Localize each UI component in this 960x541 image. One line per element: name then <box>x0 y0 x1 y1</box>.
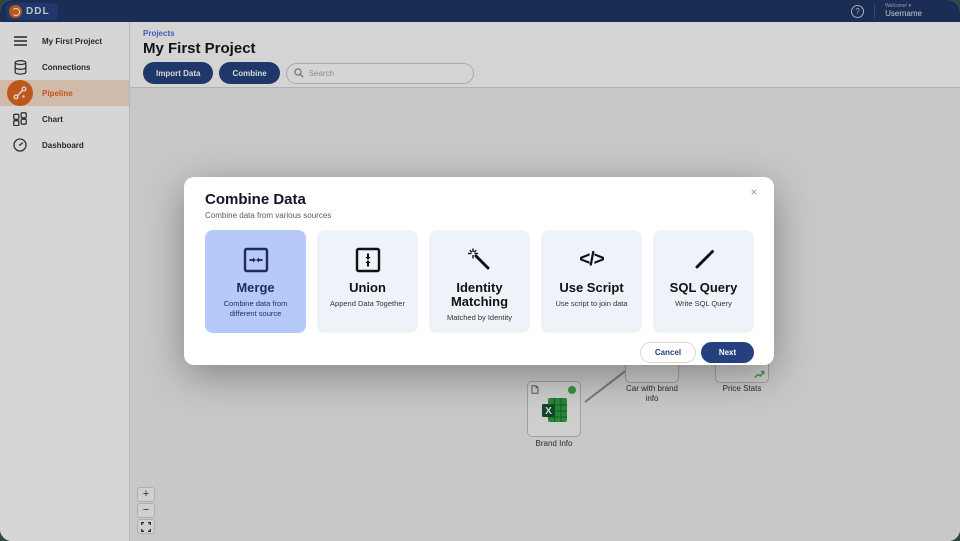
app-window: DDL ? Welcome! ▾ Username My First Proje… <box>0 0 960 541</box>
code-icon: </> <box>579 249 605 270</box>
option-title: Use Script <box>559 280 624 295</box>
option-description: Write SQL Query <box>675 299 732 309</box>
option-description: Matched by Identity <box>446 313 513 323</box>
combine-options: Merge Combine data from different source… <box>205 230 754 333</box>
merge-icon <box>242 245 270 275</box>
option-title: Union <box>349 280 386 295</box>
option-union[interactable]: Union Append Data Together <box>317 230 418 333</box>
cancel-button[interactable]: Cancel <box>640 342 696 363</box>
option-merge[interactable]: Merge Combine data from different source <box>205 230 306 333</box>
wand-icon <box>466 245 494 275</box>
option-description: Use script to join data <box>555 299 628 309</box>
option-title: SQL Query <box>669 280 738 295</box>
modal-subtitle: Combine data from various sources <box>205 211 332 220</box>
option-description: Combine data from different source <box>223 299 288 318</box>
option-use-script[interactable]: </> Use Script Use script to join data <box>541 230 642 333</box>
option-identity-matching[interactable]: Identity Matching Matched by Identity <box>429 230 530 333</box>
option-sql-query[interactable]: SQL Query Write SQL Query <box>653 230 754 333</box>
union-icon <box>354 245 382 275</box>
pencil-icon <box>690 245 718 275</box>
close-icon[interactable]: × <box>747 185 761 199</box>
option-description: Append Data Together <box>330 299 405 309</box>
option-title: Identity Matching <box>450 280 509 310</box>
option-title: Merge <box>236 280 275 295</box>
modal-footer: Cancel Next <box>205 342 754 363</box>
next-button[interactable]: Next <box>701 342 754 363</box>
modal-title: Combine Data <box>205 191 306 208</box>
combine-data-modal: × Combine Data Combine data from various… <box>184 177 774 365</box>
